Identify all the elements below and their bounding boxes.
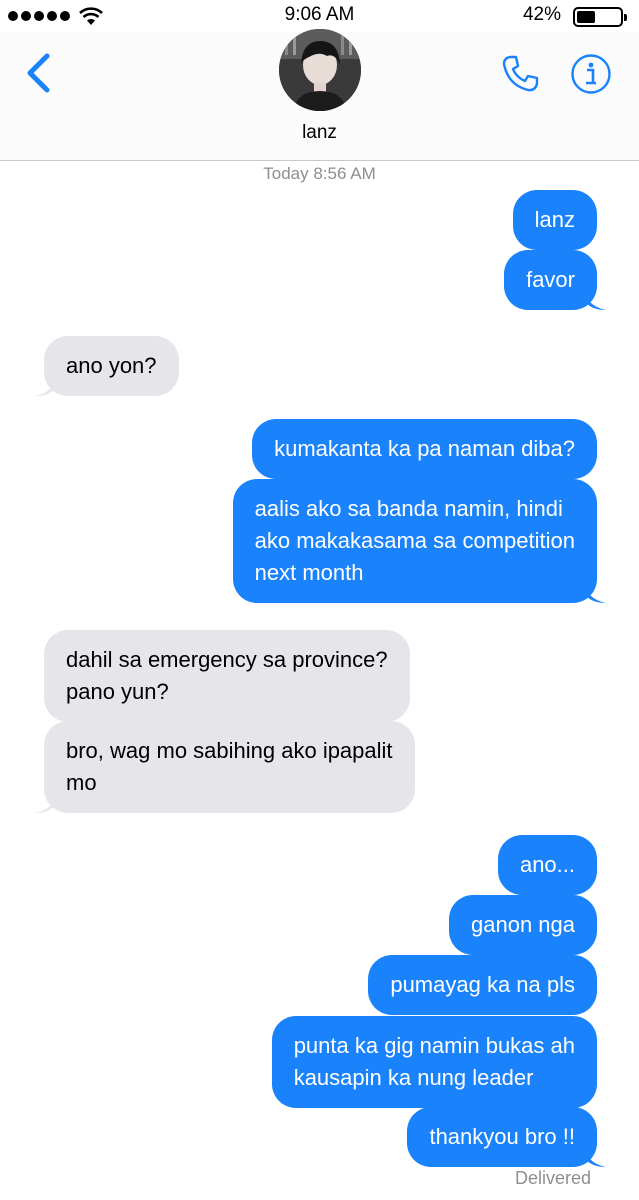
contact-name[interactable]: lanz xyxy=(0,122,639,144)
sent-message[interactable]: ano... xyxy=(497,835,597,895)
delivery-status: Delivered xyxy=(514,1168,591,1188)
message-line: dahil sa emergency sa province? xyxy=(66,647,388,672)
bubble-tail xyxy=(584,1145,606,1167)
info-icon[interactable] xyxy=(570,53,612,95)
battery-icon xyxy=(573,7,627,27)
message-line: kausapin ka nung leader xyxy=(293,1065,534,1090)
sent-message[interactable]: thankyou bro !! xyxy=(407,1107,606,1167)
message-line: next month xyxy=(254,560,364,585)
message-line: punta ka gig namin bukas ah xyxy=(293,1033,575,1058)
thread-timestamp: Today 8:56 AM xyxy=(263,164,376,183)
sent-message[interactable]: favor xyxy=(504,250,606,310)
phone-icon[interactable] xyxy=(498,52,542,96)
message-text: ano yon? xyxy=(66,353,157,378)
chevron-left-icon[interactable] xyxy=(22,52,56,94)
sent-message[interactable]: aalis ako sa banda namin, hindi ako maka… xyxy=(232,479,606,603)
battery-percentage: 42% xyxy=(522,4,561,25)
message-line: bro, wag mo sabihing ako ipapalit xyxy=(66,738,393,763)
message-line: ako makakasama sa competition xyxy=(254,528,575,553)
status-bar: 9:06 AM 42% xyxy=(0,0,639,32)
sent-message[interactable]: kumakanta ka pa naman diba? xyxy=(252,419,597,479)
received-message[interactable]: ano yon? xyxy=(35,336,179,396)
sent-message[interactable]: lanz xyxy=(512,190,597,250)
bubble-tail xyxy=(35,791,57,813)
contact-avatar[interactable] xyxy=(279,29,361,111)
bubble-tail xyxy=(35,374,57,396)
message-text: pumayag ka na pls xyxy=(390,972,575,997)
conversation-header: lanz xyxy=(0,29,639,161)
message-text: thankyou bro !! xyxy=(429,1124,575,1149)
message-line: aalis ako sa banda namin, hindi xyxy=(254,496,563,521)
message-text: lanz xyxy=(534,207,575,232)
sent-message[interactable]: punta ka gig namin bukas ah kausapin ka … xyxy=(271,1016,597,1108)
message-text: ganon nga xyxy=(471,912,575,937)
message-text: ano... xyxy=(519,852,575,877)
bubble-tail xyxy=(584,581,606,603)
message-text: kumakanta ka pa naman diba? xyxy=(274,436,575,461)
received-message[interactable]: dahil sa emergency sa province? pano yun… xyxy=(44,630,410,722)
sent-message[interactable]: ganon nga xyxy=(449,895,597,955)
message-line: pano yun? xyxy=(66,679,169,704)
message-text: favor xyxy=(526,267,575,292)
received-message[interactable]: bro, wag mo sabihing ako ipapalit mo xyxy=(35,721,415,813)
sent-message[interactable]: pumayag ka na pls xyxy=(368,955,597,1015)
message-line: mo xyxy=(66,770,97,795)
bubble-tail xyxy=(584,288,606,310)
